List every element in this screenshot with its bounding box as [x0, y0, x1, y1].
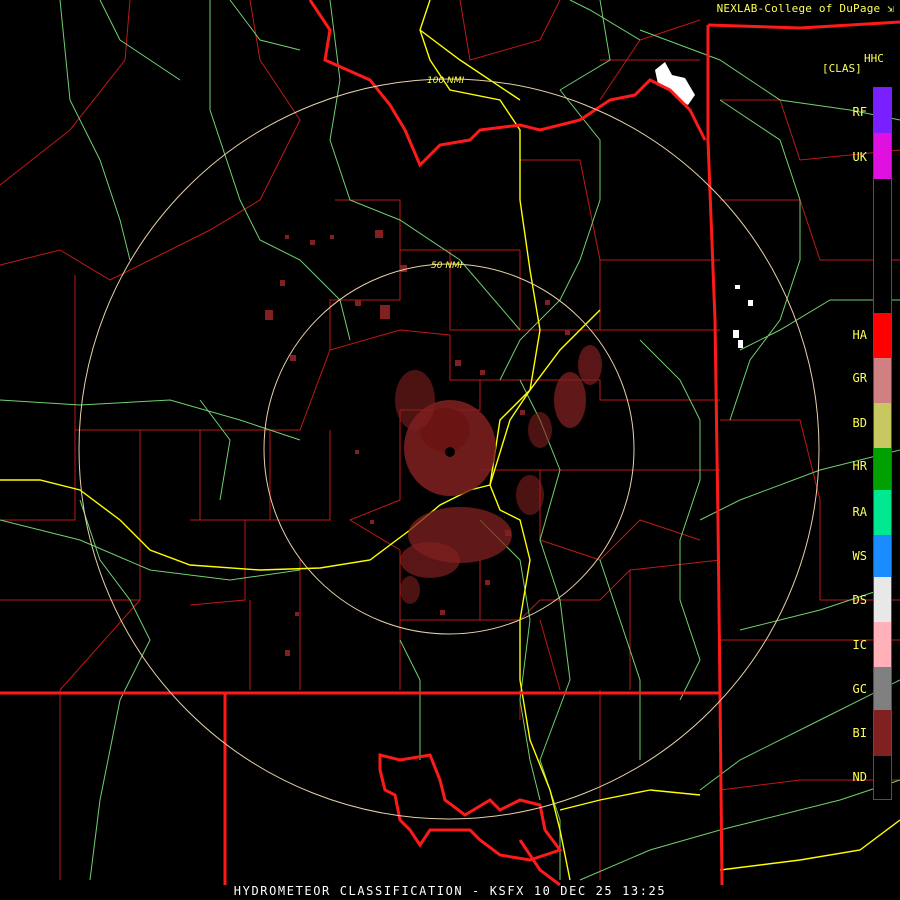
external-link-icon[interactable]: ⇲ — [887, 2, 894, 15]
legend-label-ic: IC — [852, 638, 867, 652]
legend-label-hr: HR — [852, 459, 867, 473]
credit-label: NEXLAB-College of DuPage ⇲ — [717, 2, 894, 15]
legend-swatch-rf — [874, 88, 891, 133]
legend-label-bi: BI — [852, 726, 867, 740]
legend-label-nd: ND — [852, 770, 867, 784]
legend-swatch-gc — [874, 667, 891, 710]
color-legend — [873, 87, 892, 800]
range-ring-100-label: 100 NMI — [427, 76, 465, 86]
legend-swatch-bd — [874, 403, 891, 448]
legend-label-ha: HA — [852, 328, 867, 342]
legend-label-gr: GR — [852, 371, 867, 385]
legend-swatch-ha — [874, 313, 891, 358]
legend-mode: [CLAS] — [822, 62, 862, 75]
legend-label-ws: WS — [852, 549, 867, 563]
legend-label-ds: DS — [852, 593, 867, 607]
radar-display: 100 NMI 50 NMI NEXLAB-College of DuPage … — [0, 0, 900, 900]
legend-label-rf: RF — [852, 105, 867, 119]
legend-swatch-ds — [874, 577, 891, 622]
legend-swatch-ra — [874, 490, 891, 535]
legend-swatch-ws — [874, 535, 891, 577]
urban-areas — [655, 62, 753, 348]
radar-map: 100 NMI 50 NMI — [0, 0, 900, 887]
legend-label-bd: BD — [852, 416, 867, 430]
legend-swatch-hr — [874, 448, 891, 490]
legend-label-gc: GC — [852, 682, 867, 696]
legend-swatch-nd — [874, 756, 891, 799]
range-ring-50-label: 50 NMI — [431, 261, 463, 271]
legend-label-uk: UK — [852, 150, 867, 164]
legend-label-ra: RA — [852, 505, 867, 519]
product-title: HYDROMETEOR CLASSIFICATION - KSFX 10 DEC… — [233, 884, 667, 898]
legend-swatch-ic — [874, 622, 891, 667]
legend-swatch-uk — [874, 133, 891, 179]
product-code: HHC — [864, 52, 884, 65]
credit-text: NEXLAB-College of DuPage — [716, 2, 881, 15]
legend-swatch-bi — [874, 710, 891, 756]
legend-swatch-gr — [874, 358, 891, 403]
radar-echoes — [265, 230, 602, 656]
